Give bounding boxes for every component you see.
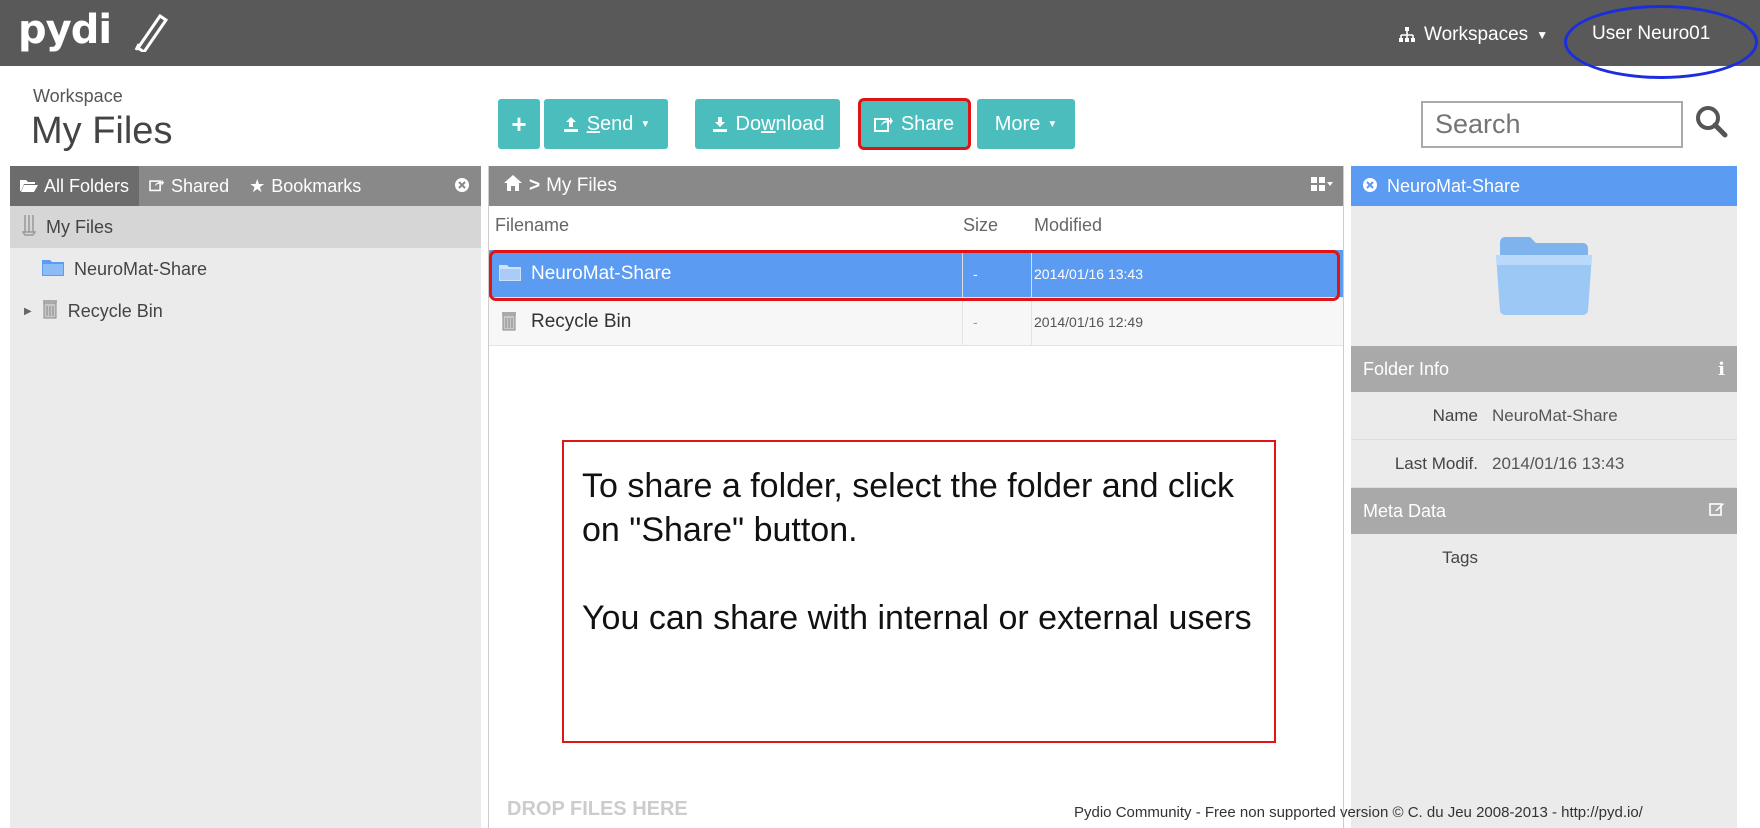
chevron-right-icon: > — [529, 175, 541, 196]
top-bar: pydi Workspaces ▼ User Neuro01 — [0, 0, 1760, 79]
meta-data-section: Meta Data — [1351, 488, 1737, 534]
tab-shared-label: Shared — [171, 175, 230, 196]
share-annotation-box — [858, 98, 971, 150]
workspaces-label: Workspaces — [1424, 24, 1529, 45]
callout-line-2: You can share with internal or external … — [582, 599, 1252, 637]
trash-icon — [501, 310, 517, 338]
download-icon — [712, 117, 727, 132]
info-panel-title: NeuroMat-Share — [1387, 175, 1521, 196]
tree-item-label: NeuroMat-Share — [74, 258, 208, 279]
tree-item-recycle-bin[interactable]: ▶ Recycle Bin — [10, 290, 481, 332]
table-row[interactable]: Recycle Bin - 2014/01/16 12:49 — [489, 298, 1343, 346]
info-row-tags: Tags — [1351, 534, 1737, 582]
home-icon[interactable] — [503, 174, 523, 198]
tags-label: Tags — [1442, 548, 1478, 567]
folder-open-icon — [20, 176, 38, 197]
column-size[interactable]: Size — [963, 215, 998, 236]
share-icon — [149, 176, 165, 197]
breadcrumb: > My Files — [489, 166, 1343, 206]
column-headers: Filename Size Modified — [489, 206, 1343, 244]
close-panel-icon[interactable] — [455, 176, 469, 197]
tree-item-my-files[interactable]: My Files — [10, 206, 481, 248]
drive-icon — [21, 214, 37, 241]
tab-bookmarks[interactable]: ★ Bookmarks — [239, 166, 371, 206]
trash-icon — [42, 299, 58, 324]
info-icon[interactable]: i — [1718, 359, 1725, 380]
workspace-caption: Workspace — [33, 86, 123, 106]
folder-large-icon — [1496, 237, 1592, 315]
search-icon[interactable] — [1694, 104, 1728, 138]
send-button[interactable]: Send ▼ — [544, 99, 668, 149]
edit-icon[interactable] — [1709, 501, 1725, 522]
upload-icon — [563, 117, 578, 132]
view-mode-icon[interactable] — [1311, 176, 1333, 198]
tab-all-folders-label: All Folders — [44, 175, 130, 196]
download-button[interactable]: Download — [695, 99, 840, 149]
meta-data-label: Meta Data — [1363, 500, 1447, 521]
star-icon: ★ — [249, 175, 266, 196]
tab-all-folders[interactable]: All Folders — [10, 166, 140, 206]
file-name: Recycle Bin — [531, 310, 632, 332]
annotation-ellipse — [1564, 5, 1758, 79]
folder-preview — [1351, 206, 1737, 346]
plus-icon: + — [511, 108, 527, 139]
drop-zone-label[interactable]: DROP FILES HERE — [507, 798, 688, 821]
tree-item-label: Recycle Bin — [67, 300, 163, 321]
workspaces-menu[interactable]: Workspaces ▼ — [1398, 24, 1548, 46]
pydio-logo[interactable]: pydi — [18, 7, 169, 53]
tab-shared[interactable]: Shared — [139, 166, 239, 206]
send-label: Send — [586, 112, 634, 135]
caret-down-icon: ▼ — [1536, 28, 1549, 42]
expand-arrow-icon[interactable]: ▶ — [24, 306, 32, 317]
name-label: Name — [1432, 405, 1478, 425]
file-modified: 2014/01/16 12:49 — [1034, 313, 1143, 330]
column-modified[interactable]: Modified — [1034, 215, 1102, 236]
pen-icon — [134, 13, 169, 52]
folders-tabs: All Folders Shared ★ Bookmarks — [10, 166, 481, 206]
file-size: - — [962, 298, 1032, 346]
instruction-callout: To share a folder, select the folder and… — [562, 440, 1276, 743]
more-label: More — [994, 112, 1041, 135]
caret-down-icon: ▼ — [640, 118, 651, 130]
modif-value: 2014/01/16 13:43 — [1492, 453, 1625, 473]
column-filename[interactable]: Filename — [495, 215, 569, 236]
download-label: Download — [735, 112, 825, 135]
tree-item-neuromat-share[interactable]: NeuroMat-Share — [10, 248, 481, 290]
info-row-name: Name NeuroMat-Share — [1351, 392, 1737, 440]
folder-icon — [42, 258, 64, 281]
info-row-modified: Last Modif. 2014/01/16 13:43 — [1351, 440, 1737, 488]
close-icon[interactable] — [1363, 176, 1377, 197]
breadcrumb-current[interactable]: My Files — [546, 175, 617, 197]
more-button[interactable]: More ▼ — [977, 99, 1075, 149]
sitemap-icon — [1399, 27, 1415, 42]
tab-bookmarks-label: Bookmarks — [271, 175, 362, 196]
callout-line-1: To share a folder, select the folder and… — [582, 467, 1235, 549]
row-annotation-box — [489, 250, 1340, 301]
info-panel-header: NeuroMat-Share — [1351, 166, 1737, 206]
search-input[interactable] — [1421, 101, 1683, 148]
info-panel: NeuroMat-Share Folder Info i Name NeuroM… — [1351, 166, 1737, 828]
add-button[interactable]: + — [498, 99, 540, 149]
folders-panel: All Folders Shared ★ Bookmarks My Files … — [10, 166, 481, 828]
name-value: NeuroMat-Share — [1492, 405, 1618, 425]
footer-copyright: Pydio Community - Free non supported ver… — [1074, 804, 1643, 821]
caret-down-icon: ▼ — [1047, 118, 1058, 130]
modif-label: Last Modif. — [1394, 453, 1478, 473]
folder-info-section: Folder Info i — [1351, 346, 1737, 392]
logo-text: pydi — [18, 7, 112, 53]
folder-info-label: Folder Info — [1363, 358, 1450, 379]
tree-item-label: My Files — [46, 216, 113, 237]
page-title: My Files — [31, 110, 173, 152]
